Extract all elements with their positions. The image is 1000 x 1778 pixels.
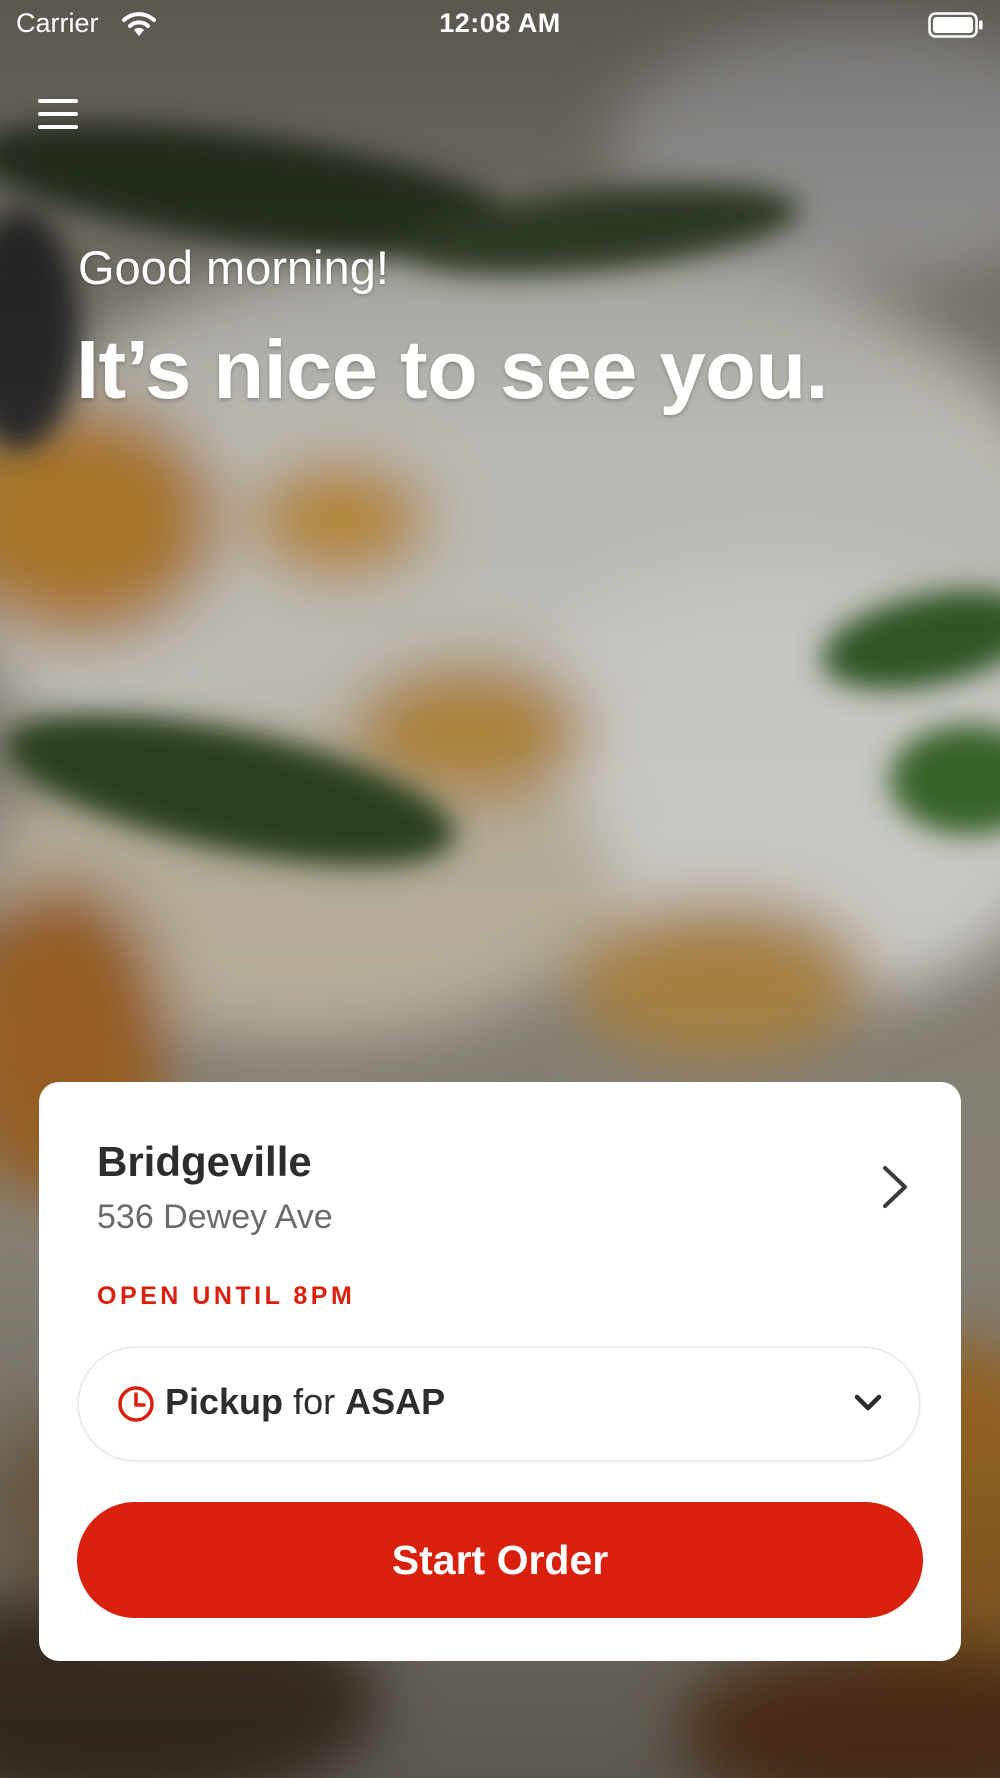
- chevron-down-icon: [854, 1394, 882, 1411]
- menu-line: [38, 112, 78, 116]
- chevron-right-icon: [883, 1166, 907, 1208]
- location-address: 536 Dewey Ave: [97, 1198, 333, 1236]
- order-mode: Pickup: [165, 1381, 284, 1422]
- greeting-text: Good morning!: [78, 241, 389, 294]
- pickup-time-dropdown[interactable]: Pickup for ASAP: [79, 1348, 919, 1460]
- menu-line: [38, 125, 78, 129]
- menu-line: [38, 99, 78, 103]
- pickup-summary: Pickup for ASAP: [165, 1381, 445, 1423]
- location-name: Bridgeville: [97, 1138, 312, 1185]
- status-time: 12:08 AM: [439, 8, 561, 38]
- start-order-button[interactable]: Start Order: [77, 1502, 923, 1618]
- store-hours-status: OPEN UNTIL 8PM: [97, 1282, 356, 1310]
- battery-icon: [928, 12, 983, 38]
- hamburger-menu-icon[interactable]: [28, 88, 88, 140]
- clock-icon: [118, 1386, 154, 1422]
- location-selector[interactable]: Bridgeville 536 Dewey Ave: [39, 1082, 961, 1236]
- welcome-headline: It’s nice to see you.: [76, 323, 829, 416]
- home-screen: Carrier 12:08 AM Good morning! It’s nice…: [0, 0, 1000, 1778]
- order-card: Bridgeville 536 Dewey Ave OPEN UNTIL 8PM…: [39, 1082, 961, 1661]
- status-bar: Carrier 12:08 AM: [0, 0, 1000, 50]
- order-mode-connector: for: [293, 1381, 336, 1422]
- order-time: ASAP: [345, 1381, 446, 1422]
